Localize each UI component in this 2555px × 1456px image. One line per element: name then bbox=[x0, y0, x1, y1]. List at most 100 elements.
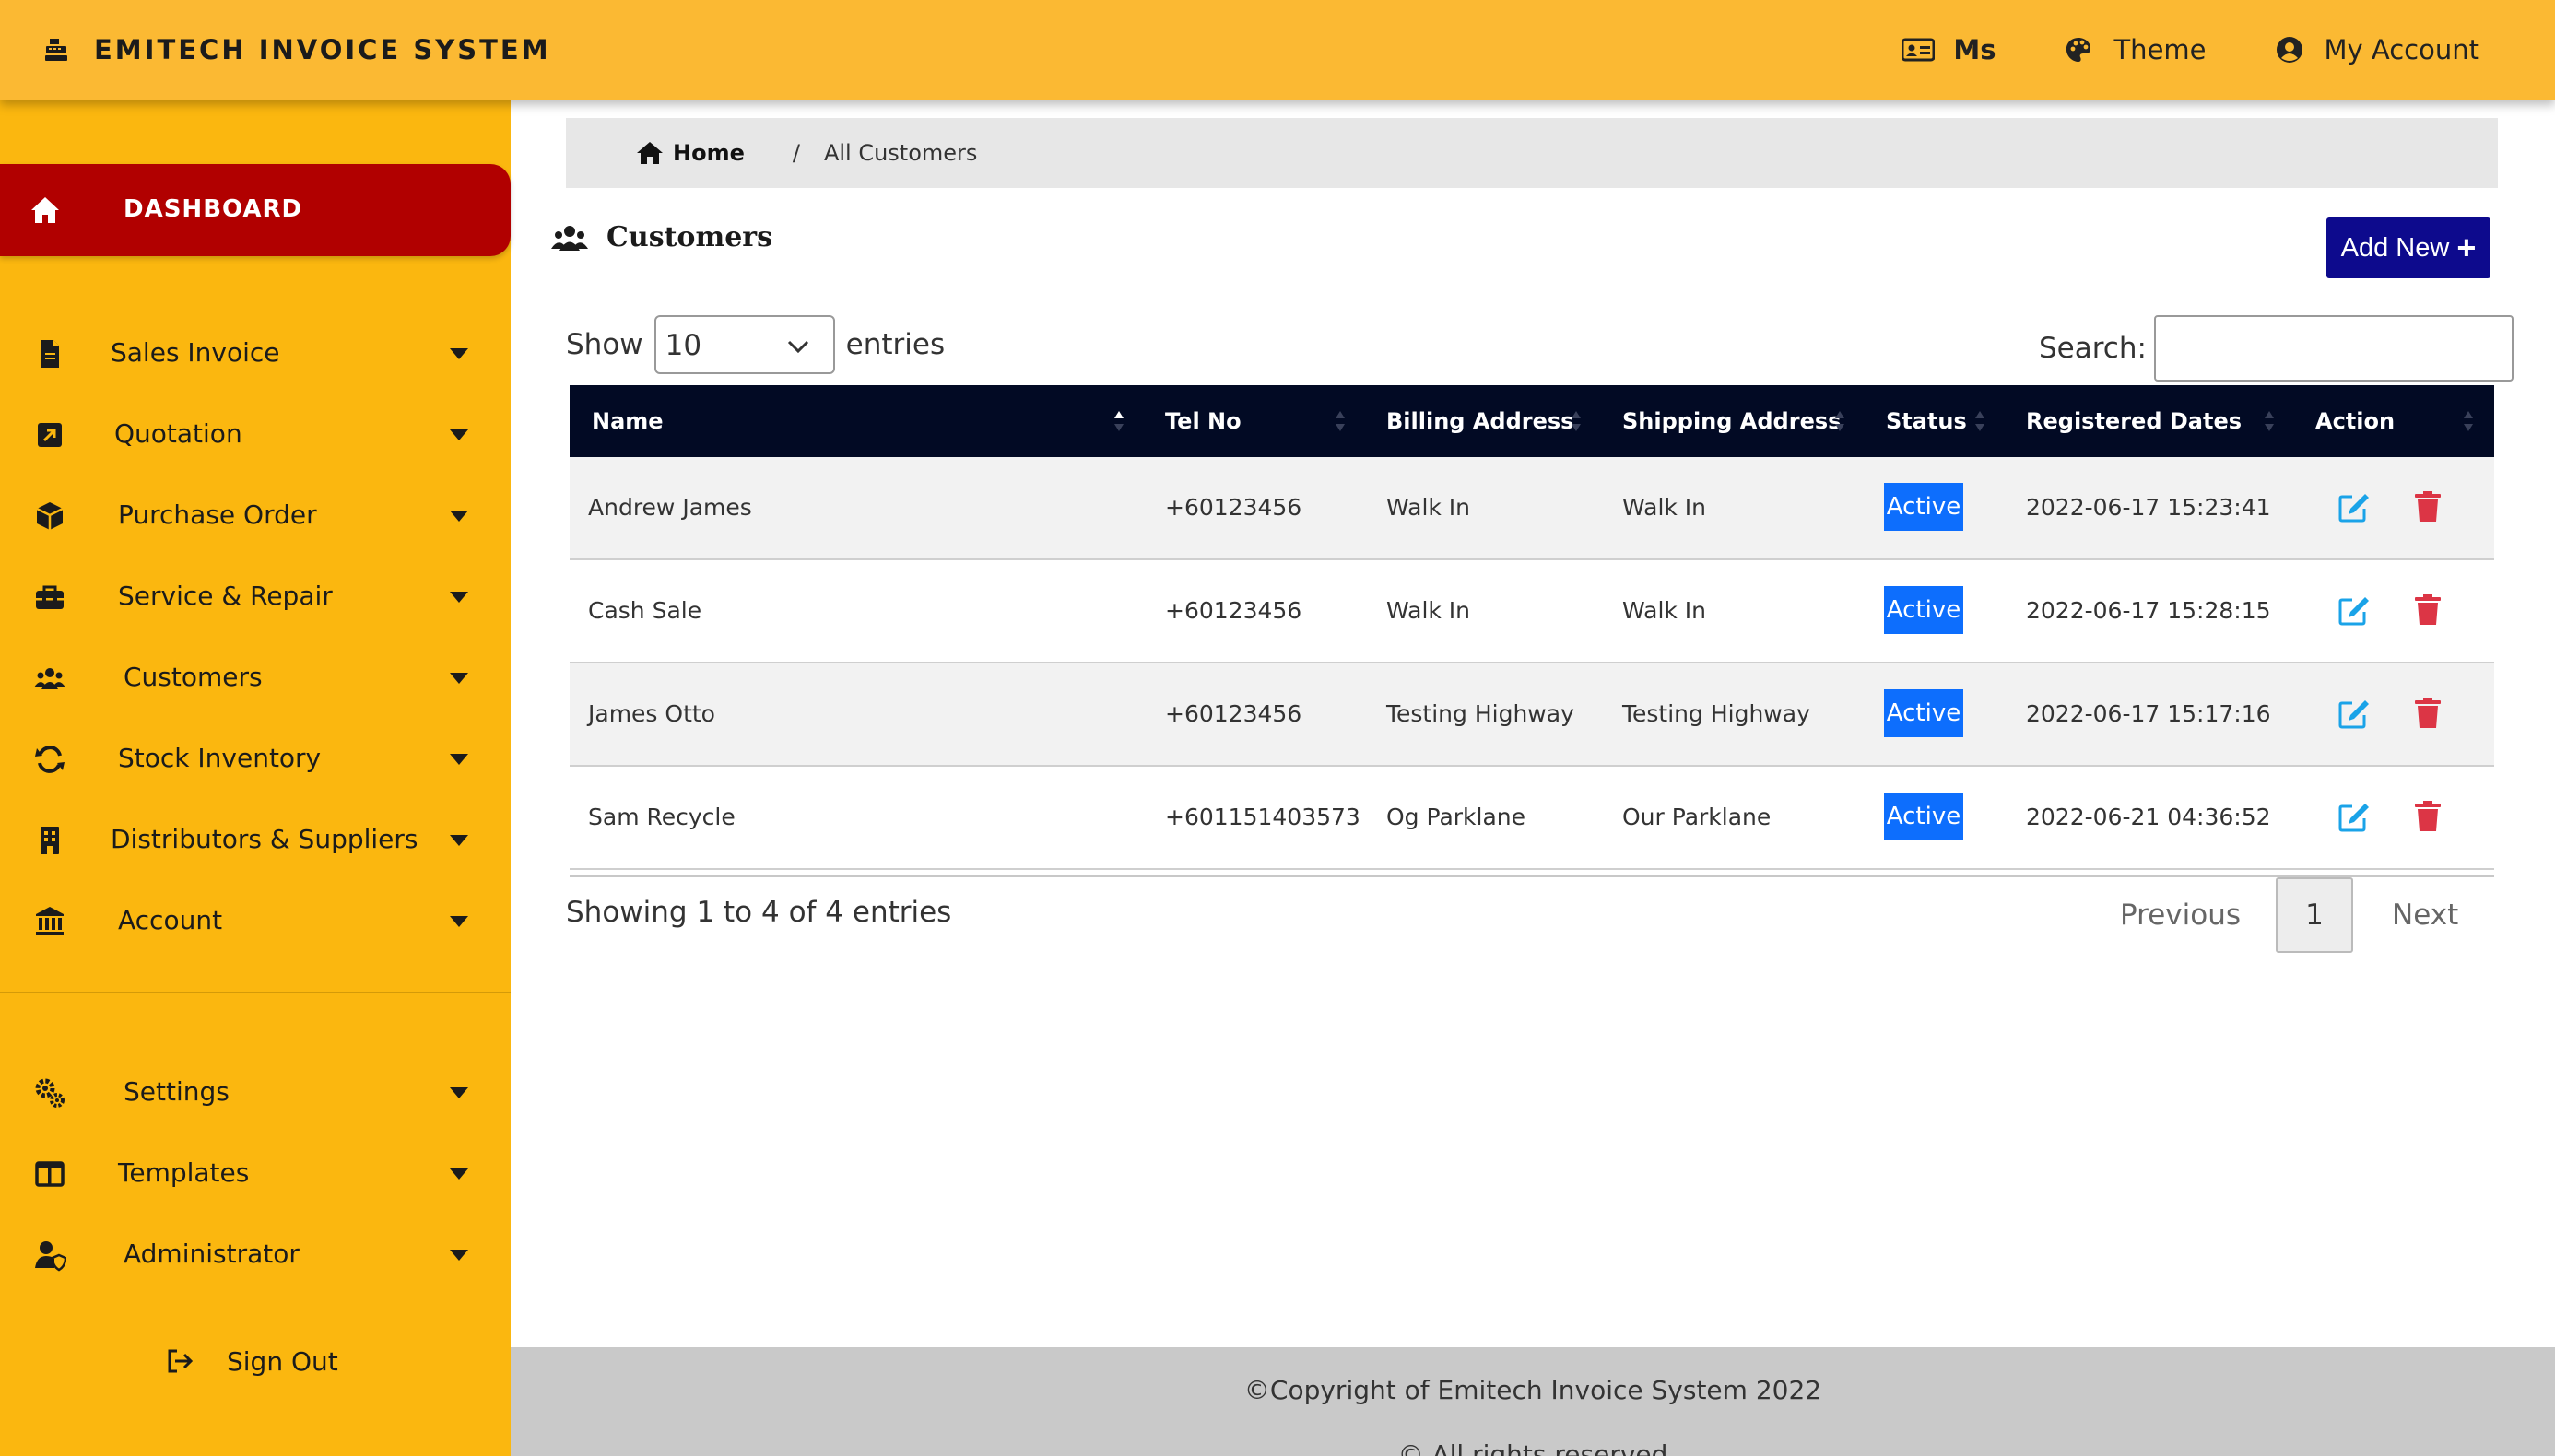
sidebar-item-label: Account bbox=[118, 905, 223, 935]
column-header-status[interactable]: Status bbox=[1886, 385, 1967, 457]
trash-icon[interactable] bbox=[2413, 490, 2443, 523]
add-new-button[interactable]: Add New + bbox=[2326, 217, 2490, 278]
theme-label: Theme bbox=[2113, 34, 2207, 65]
sidebar-item-administrator[interactable]: Administrator bbox=[0, 1218, 511, 1292]
sidebar-item-label: Purchase Order bbox=[118, 499, 317, 530]
table-header: Name Tel No Billing Address Shipping Add… bbox=[570, 385, 2494, 457]
sidebar-item-sales-invoice[interactable]: Sales Invoice bbox=[0, 317, 511, 391]
trash-icon[interactable] bbox=[2413, 697, 2443, 730]
users-icon bbox=[551, 225, 588, 251]
trash-icon[interactable] bbox=[2413, 593, 2443, 627]
page-button-1[interactable]: 1 bbox=[2276, 877, 2354, 953]
sidebar-item-label: Administrator bbox=[124, 1239, 300, 1269]
previous-page-button[interactable]: Previous bbox=[2120, 898, 2241, 932]
breadcrumb: Home / All Customers bbox=[566, 118, 2498, 188]
cell-billing: Og Parklane bbox=[1386, 804, 1526, 830]
cash-register-icon bbox=[45, 39, 67, 61]
sidebar-item-label: Sales Invoice bbox=[111, 337, 280, 368]
column-header-registered[interactable]: Registered Dates bbox=[2026, 385, 2242, 457]
cell-name: Cash Sale bbox=[588, 597, 702, 624]
sidebar-item-quotation[interactable]: Quotation bbox=[0, 398, 511, 472]
breadcrumb-home-link[interactable]: Home bbox=[636, 140, 745, 166]
sidebar-item-label: Distributors & Suppliers bbox=[111, 824, 418, 854]
next-page-button[interactable]: Next bbox=[2392, 898, 2458, 932]
breadcrumb-current: All Customers bbox=[823, 140, 978, 166]
sidebar-item-purchase-order[interactable]: Purchase Order bbox=[0, 479, 511, 553]
sidebar-item-dashboard[interactable]: DASHBOARD bbox=[0, 164, 511, 256]
status-badge: Active bbox=[1884, 689, 1963, 737]
users-icon bbox=[34, 668, 65, 689]
add-new-label: Add New bbox=[2340, 232, 2450, 263]
dashboard-label: DASHBOARD bbox=[124, 195, 303, 223]
cell-tel: +60123456 bbox=[1165, 700, 1302, 727]
table-row[interactable]: Andrew James +60123456 Walk In Walk In A… bbox=[570, 457, 2494, 560]
toolbox-icon bbox=[36, 585, 64, 609]
sign-out-icon bbox=[168, 1349, 194, 1373]
customers-table: Name Tel No Billing Address Shipping Add… bbox=[570, 385, 2494, 877]
cell-tel: +60123456 bbox=[1165, 597, 1302, 624]
column-header-name[interactable]: Name bbox=[592, 385, 664, 457]
caret-down-icon bbox=[450, 835, 468, 846]
id-card-icon bbox=[1902, 38, 1936, 62]
box-icon bbox=[36, 502, 64, 530]
sidebar: DASHBOARD Sales Invoice Quotation Purcha… bbox=[0, 100, 511, 1456]
sidebar-divider bbox=[0, 992, 511, 993]
sidebar-item-templates[interactable]: Templates bbox=[0, 1137, 511, 1211]
cell-billing: Walk In bbox=[1386, 494, 1471, 521]
sidebar-item-service-repair[interactable]: Service & Repair bbox=[0, 560, 511, 634]
cell-name: Sam Recycle bbox=[588, 804, 736, 830]
chevron-down-icon bbox=[787, 340, 808, 354]
sign-out-button[interactable]: Sign Out bbox=[166, 1338, 338, 1384]
cell-tel: +601151403573 bbox=[1165, 804, 1360, 830]
file-icon bbox=[41, 340, 59, 368]
show-label: Show bbox=[566, 328, 643, 361]
cell-name: James Otto bbox=[588, 700, 715, 727]
cell-shipping: Walk In bbox=[1622, 494, 1707, 521]
search-label: Search: bbox=[2039, 332, 2147, 365]
sidebar-item-distributors-suppliers[interactable]: Distributors & Suppliers bbox=[0, 804, 511, 877]
column-header-billing[interactable]: Billing Address bbox=[1386, 385, 1573, 457]
app-title: EMITECH INVOICE SYSTEM bbox=[94, 34, 551, 65]
sidebar-item-customers[interactable]: Customers bbox=[0, 641, 511, 715]
layout-icon bbox=[35, 1161, 65, 1187]
column-header-tel[interactable]: Tel No bbox=[1165, 385, 1242, 457]
sidebar-item-stock-inventory[interactable]: Stock Inventory bbox=[0, 722, 511, 796]
cell-billing: Walk In bbox=[1386, 597, 1471, 624]
caret-down-icon bbox=[450, 1087, 468, 1098]
sidebar-item-label: Service & Repair bbox=[118, 581, 333, 611]
caret-down-icon bbox=[450, 673, 468, 684]
page-length-select[interactable]: 10 bbox=[653, 315, 835, 374]
sort-icon bbox=[1114, 411, 1124, 431]
palette-icon bbox=[2066, 38, 2091, 62]
page-length-value: 10 bbox=[665, 329, 702, 362]
search-input[interactable] bbox=[2153, 315, 2514, 382]
edit-icon[interactable] bbox=[2337, 699, 2371, 730]
quote-square-icon bbox=[38, 423, 62, 447]
sidebar-item-account[interactable]: Account bbox=[0, 885, 511, 958]
search-control: Search: bbox=[2039, 315, 2514, 382]
caret-down-icon bbox=[450, 754, 468, 765]
brand[interactable]: EMITECH INVOICE SYSTEM bbox=[44, 26, 551, 74]
sidebar-item-settings[interactable]: Settings bbox=[0, 1056, 511, 1130]
breadcrumb-home-label: Home bbox=[673, 140, 745, 166]
account-menu[interactable]: My Account bbox=[2273, 34, 2479, 65]
theme-menu[interactable]: Theme bbox=[2062, 34, 2207, 65]
column-header-action: Action bbox=[2315, 408, 2396, 434]
user-menu[interactable]: Ms bbox=[1902, 34, 1996, 65]
table-row[interactable]: Cash Sale +60123456 Walk In Walk In Acti… bbox=[570, 560, 2494, 663]
trash-icon[interactable] bbox=[2413, 800, 2443, 833]
sidebar-item-label: Settings bbox=[124, 1076, 230, 1107]
sidebar-item-label: Templates bbox=[118, 1157, 250, 1188]
table-row[interactable]: Sam Recycle +601151403573 Og Parklane Ou… bbox=[570, 767, 2494, 870]
edit-icon[interactable] bbox=[2337, 492, 2371, 523]
table-row[interactable]: James Otto +60123456 Testing Highway Tes… bbox=[570, 663, 2494, 767]
cogs-icon bbox=[35, 1078, 65, 1108]
footer: ©Copyright of Emitech Invoice System 202… bbox=[511, 1347, 2555, 1456]
edit-icon[interactable] bbox=[2337, 595, 2371, 627]
column-header-shipping[interactable]: Shipping Address bbox=[1622, 385, 1841, 457]
edit-icon[interactable] bbox=[2337, 802, 2371, 833]
cell-name: Andrew James bbox=[588, 494, 752, 521]
sort-icon bbox=[2265, 411, 2274, 431]
sort-icon bbox=[1835, 411, 1844, 431]
status-badge: Active bbox=[1884, 586, 1963, 634]
